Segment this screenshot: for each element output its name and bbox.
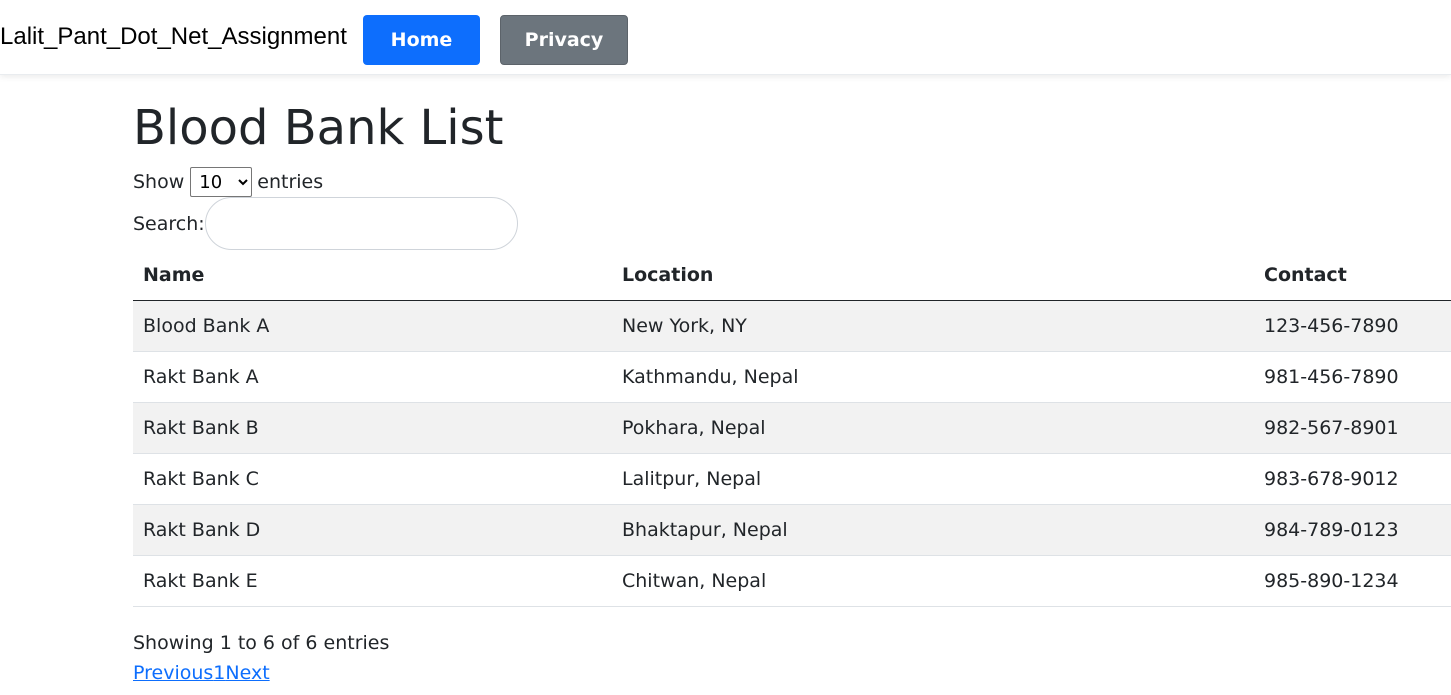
column-header-contact[interactable]: Contact	[1254, 251, 1451, 301]
search-input[interactable]	[204, 197, 518, 250]
length-prefix-label: Show	[133, 171, 185, 193]
nav-privacy-button[interactable]: Privacy	[500, 15, 628, 65]
table-body: Blood Bank A New York, NY 123-456-7890 R…	[133, 300, 1451, 607]
cell-contact: 123-456-7890	[1254, 300, 1451, 352]
column-header-name[interactable]: Name	[133, 251, 612, 301]
cell-contact: 982-567-8901	[1254, 402, 1451, 454]
page-title: Blood Bank List	[133, 100, 504, 156]
table-row: Rakt Bank B Pokhara, Nepal 982-567-8901	[133, 402, 1451, 454]
column-header-location[interactable]: Location	[612, 251, 1254, 301]
navbar-brand[interactable]: Lalit_Pant_Dot_Net_Assignment	[0, 20, 347, 54]
table-row: Blood Bank A New York, NY 123-456-7890	[133, 300, 1451, 352]
cell-name: Rakt Bank D	[133, 504, 612, 556]
cell-location: New York, NY	[612, 300, 1254, 352]
cell-name: Rakt Bank B	[133, 402, 612, 454]
pagination-page-link[interactable]: 1	[213, 662, 225, 684]
search-control: Search:	[133, 197, 518, 250]
search-label: Search:	[133, 212, 205, 235]
cell-name: Blood Bank A	[133, 300, 612, 352]
cell-location: Bhaktapur, Nepal	[612, 504, 1254, 556]
table-row: Rakt Bank C Lalitpur, Nepal 983-678-9012	[133, 453, 1451, 505]
pagination: Previous1Next	[133, 660, 270, 686]
cell-contact: 984-789-0123	[1254, 504, 1451, 556]
cell-contact: 985-890-1234	[1254, 555, 1451, 607]
table-row: Rakt Bank A Kathmandu, Nepal 981-456-789…	[133, 351, 1451, 403]
cell-name: Rakt Bank C	[133, 453, 612, 505]
cell-location: Lalitpur, Nepal	[612, 453, 1254, 505]
cell-name: Rakt Bank E	[133, 555, 612, 607]
navbar: Lalit_Pant_Dot_Net_Assignment Home Priva…	[0, 0, 1451, 75]
table-header-row: Name Location Contact	[133, 251, 1451, 301]
cell-name: Rakt Bank A	[133, 351, 612, 403]
cell-location: Chitwan, Nepal	[612, 555, 1254, 607]
length-suffix-label: entries	[257, 171, 324, 193]
cell-contact: 983-678-9012	[1254, 453, 1451, 505]
table-row: Rakt Bank E Chitwan, Nepal 985-890-1234	[133, 555, 1451, 607]
table-header: Name Location Contact	[133, 251, 1451, 301]
table-info-text: Showing 1 to 6 of 6 entries	[133, 632, 390, 654]
entries-length-control: Show 10 entries	[133, 167, 323, 197]
cell-location: Kathmandu, Nepal	[612, 351, 1254, 403]
pagination-next-link[interactable]: Next	[225, 662, 269, 684]
entries-per-page-select[interactable]: 10	[190, 167, 253, 197]
table-row: Rakt Bank D Bhaktapur, Nepal 984-789-012…	[133, 504, 1451, 556]
cell-contact: 981-456-7890	[1254, 351, 1451, 403]
pagination-previous-link[interactable]: Previous	[133, 662, 213, 684]
cell-location: Pokhara, Nepal	[612, 402, 1254, 454]
nav-home-button[interactable]: Home	[363, 15, 480, 65]
blood-bank-table: Name Location Contact Blood Bank A New Y…	[133, 251, 1451, 607]
